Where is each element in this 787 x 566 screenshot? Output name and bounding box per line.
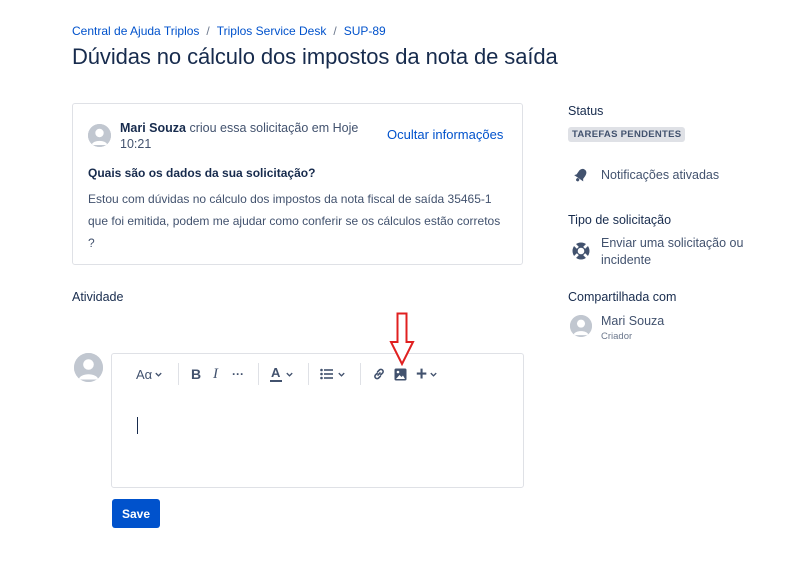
user-avatar-icon [88, 124, 111, 147]
notification-bell-icon[interactable] [573, 167, 589, 188]
toolbar-divider [258, 363, 259, 385]
chevron-down-icon [155, 372, 162, 377]
comment-editor[interactable]: Aα B I ··· A + [111, 353, 524, 488]
text-style-label: Aα [136, 366, 153, 382]
lifebuoy-icon [571, 241, 591, 266]
chevron-down-icon [338, 372, 345, 377]
page-title: Dúvidas no cálculo dos impostos da nota … [72, 44, 558, 69]
toolbar-divider [360, 363, 361, 385]
toolbar-divider [178, 363, 179, 385]
breadcrumb-separator: / [206, 24, 210, 38]
breadcrumb-help-center[interactable]: Central de Ajuda Triplos [72, 24, 199, 38]
hide-info-link[interactable]: Ocultar informações [387, 127, 503, 142]
status-badge: TAREFAS PENDENTES [568, 127, 686, 142]
insert-link-button[interactable] [372, 364, 386, 384]
italic-button[interactable]: I [213, 364, 218, 384]
shared-user-name: Mari Souza [601, 314, 665, 328]
activity-label: Atividade [72, 290, 124, 304]
chevron-down-icon [286, 372, 293, 377]
toolbar-divider [308, 363, 309, 385]
bold-button[interactable]: B [191, 364, 201, 384]
commenter-avatar [74, 353, 103, 382]
text-color-dropdown[interactable]: A [270, 364, 294, 384]
breadcrumb-separator: / [333, 24, 337, 38]
request-question: Quais são os dados da sua solicitação? [88, 166, 316, 180]
creator-avatar [88, 124, 111, 147]
link-icon [374, 368, 384, 380]
breadcrumb: Central de Ajuda Triplos / Triplos Servi… [72, 24, 386, 38]
creator-line: Mari Souza criou essa solicitação em Hoj… [120, 120, 370, 152]
text-style-dropdown[interactable]: Aα [136, 364, 163, 384]
creator-name[interactable]: Mari Souza [120, 121, 186, 135]
request-type-value: Enviar uma solicitação ou incidente [601, 236, 744, 267]
request-description: Estou com dúvidas no cálculo dos imposto… [88, 192, 501, 250]
user-avatar-icon [570, 315, 592, 337]
text-color-letter: A [271, 365, 281, 380]
request-type-label: Tipo de solicitação [568, 213, 672, 227]
bullet-list-icon [320, 368, 333, 380]
insert-dropdown[interactable]: + [416, 364, 438, 384]
shared-with-label: Compartilhada com [568, 290, 677, 304]
text-color-icon: A [270, 365, 282, 382]
more-formatting-button[interactable]: ··· [232, 364, 244, 384]
shared-user-avatar [570, 315, 592, 337]
request-details-card: Mari Souza criou essa solicitação em Hoj… [72, 103, 523, 265]
notifications-toggle[interactable]: Notificações ativadas [601, 167, 719, 184]
text-cursor [137, 417, 138, 434]
editor-toolbar: Aα B I ··· A + [112, 354, 523, 394]
annotation-arrow-icon [389, 312, 415, 366]
plus-icon: + [416, 363, 428, 385]
breadcrumb-service-desk[interactable]: Triplos Service Desk [217, 24, 327, 38]
insert-image-button[interactable] [394, 364, 407, 384]
status-label: Status [568, 104, 604, 118]
breadcrumb-issue-key[interactable]: SUP-89 [344, 24, 386, 38]
shared-user-role: Criador [601, 331, 633, 342]
chevron-down-icon [430, 372, 437, 377]
image-icon [394, 368, 407, 380]
user-avatar-icon [74, 353, 103, 382]
save-button[interactable]: Save [112, 499, 160, 528]
list-dropdown[interactable] [320, 364, 346, 384]
